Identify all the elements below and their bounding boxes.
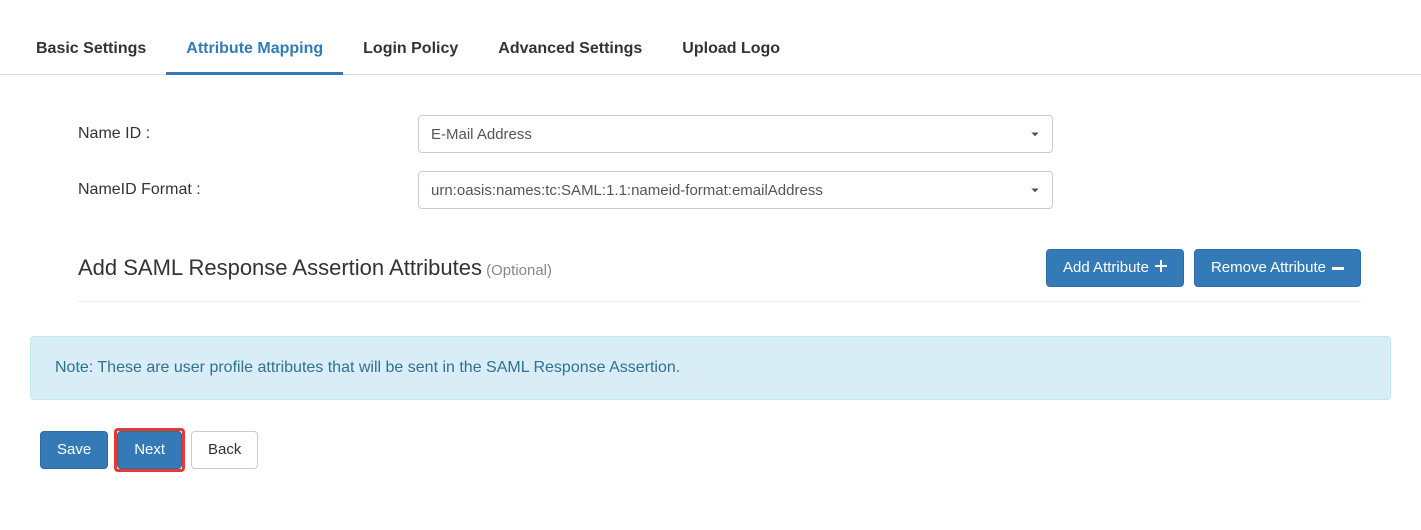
next-button[interactable]: Next	[117, 431, 182, 469]
tab-basic-settings[interactable]: Basic Settings	[16, 28, 166, 75]
tab-attribute-mapping[interactable]: Attribute Mapping	[166, 28, 343, 75]
tab-advanced-settings[interactable]: Advanced Settings	[478, 28, 662, 75]
minus-icon	[1332, 267, 1344, 270]
tabs-bar: Basic Settings Attribute Mapping Login P…	[0, 28, 1421, 75]
nameid-format-label: NameID Format :	[78, 181, 418, 199]
row-nameid-format: NameID Format : urn:oasis:names:tc:SAML:…	[78, 171, 1361, 209]
form-area: Name ID : E-Mail Address NameID Format :…	[0, 75, 1421, 312]
section-title-wrap: Add SAML Response Assertion Attributes (…	[78, 255, 552, 281]
nameid-format-select[interactable]: urn:oasis:names:tc:SAML:1.1:nameid-forma…	[418, 171, 1053, 209]
section-title: Add SAML Response Assertion Attributes	[78, 255, 482, 280]
back-button[interactable]: Back	[191, 431, 258, 469]
remove-attribute-label: Remove Attribute	[1211, 259, 1326, 277]
add-attribute-label: Add Attribute	[1063, 259, 1149, 277]
add-attribute-button[interactable]: Add Attribute	[1046, 249, 1184, 287]
footer-buttons: Save Next Back	[0, 400, 1421, 492]
tab-login-policy[interactable]: Login Policy	[343, 28, 478, 75]
save-button[interactable]: Save	[40, 431, 108, 469]
name-id-label: Name ID :	[78, 125, 418, 143]
row-name-id: Name ID : E-Mail Address	[78, 115, 1361, 153]
next-button-highlight: Next	[114, 428, 185, 472]
plus-icon	[1155, 259, 1167, 277]
section-buttons: Add Attribute Remove Attribute	[1046, 249, 1361, 287]
section-header: Add SAML Response Assertion Attributes (…	[78, 249, 1361, 302]
name-id-select[interactable]: E-Mail Address	[418, 115, 1053, 153]
section-optional: (Optional)	[486, 262, 552, 279]
tab-upload-logo[interactable]: Upload Logo	[662, 28, 800, 75]
remove-attribute-button[interactable]: Remove Attribute	[1194, 249, 1361, 287]
info-note: Note: These are user profile attributes …	[30, 336, 1391, 400]
